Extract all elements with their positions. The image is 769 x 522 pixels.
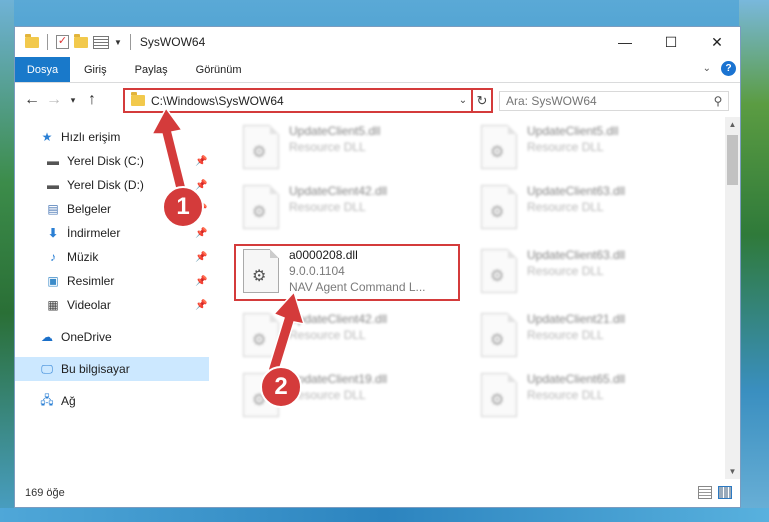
annotation-marker-2: 2 xyxy=(260,366,302,408)
arrow-1 xyxy=(150,106,187,191)
annotation-marker-1: 1 xyxy=(162,186,204,228)
arrow-2 xyxy=(267,290,306,375)
annotation-arrows xyxy=(150,106,306,375)
